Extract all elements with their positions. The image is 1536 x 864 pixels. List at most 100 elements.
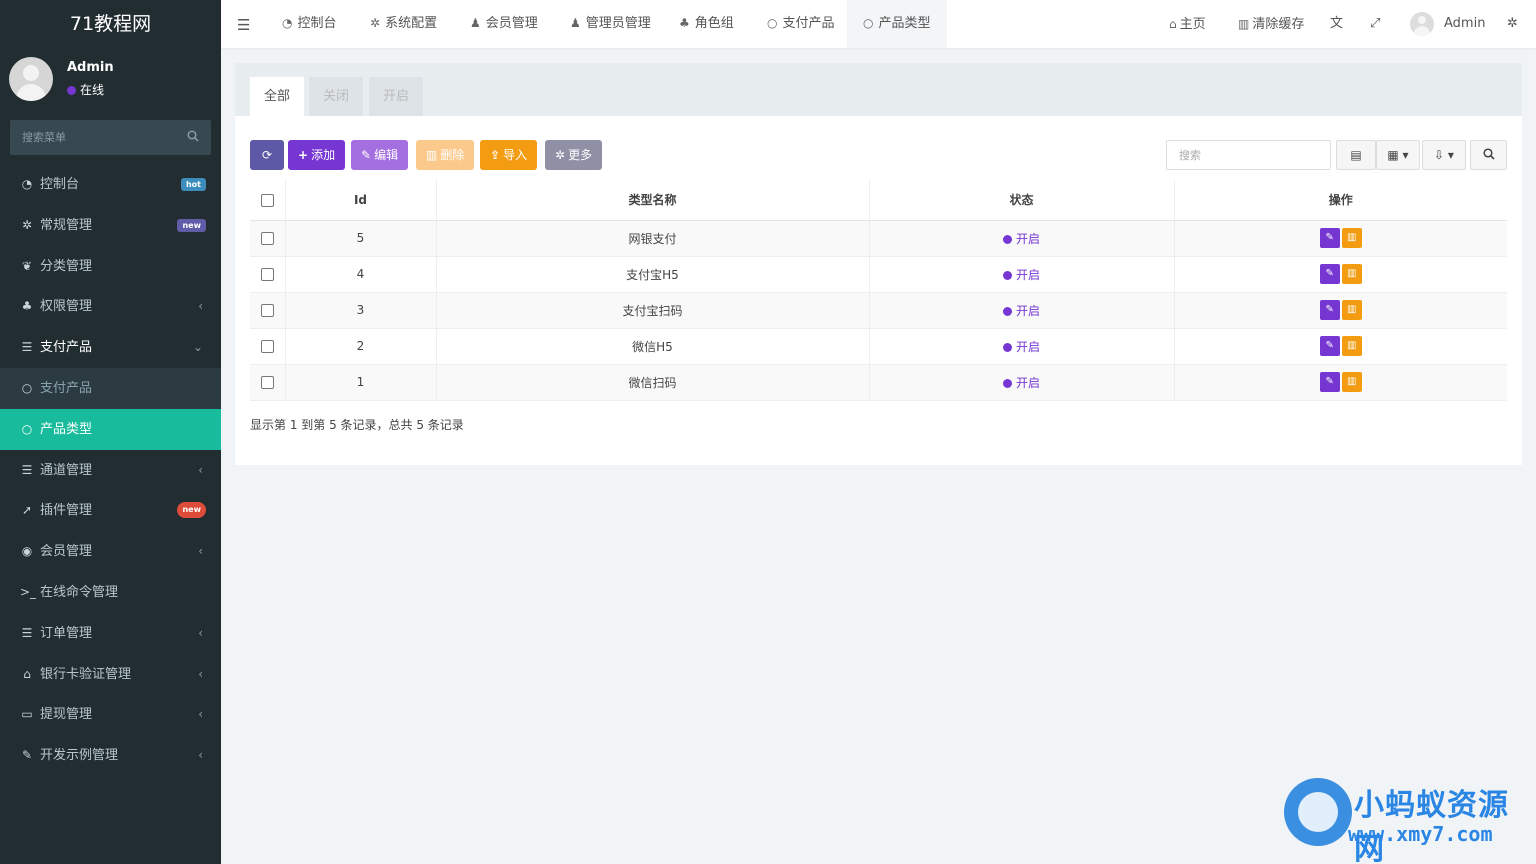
- edit-button[interactable]: ✎ 编辑: [351, 140, 409, 170]
- tab-4[interactable]: ♣ 角色组: [663, 0, 750, 48]
- delete-button[interactable]: ▥ 删除: [416, 140, 475, 170]
- add-button[interactable]: + 添加: [288, 140, 346, 170]
- watermark-logo-icon: [1284, 778, 1352, 846]
- table-row[interactable]: 4 支付宝H5 开启 ✎ ▥: [250, 256, 1507, 293]
- row-select-cell: [250, 328, 286, 365]
- rocket-icon: ➚: [21, 503, 33, 518]
- menu-toggle-icon[interactable]: ☰: [237, 16, 250, 34]
- status-dot-icon: [1002, 270, 1012, 280]
- row-edit-button[interactable]: ✎: [1319, 300, 1340, 320]
- language-icon[interactable]: 文: [1330, 0, 1343, 48]
- dashboard-icon: ◔: [21, 177, 33, 191]
- tab-5[interactable]: ○ 支付产品: [751, 0, 851, 48]
- row-delete-button[interactable]: ▥: [1341, 228, 1362, 248]
- cell-status[interactable]: 开启: [869, 220, 1175, 257]
- row-checkbox[interactable]: [260, 376, 274, 389]
- sidebar-item[interactable]: ◔ 控制台 hot: [0, 164, 221, 205]
- sidebar-item[interactable]: >_ 在线命令管理: [0, 572, 221, 613]
- sidebar-item-label: 分类管理: [40, 258, 93, 274]
- chevron-left-icon: ‹: [198, 666, 203, 681]
- sidebar-item[interactable]: ✲ 常规管理 new: [0, 205, 221, 246]
- header-id[interactable]: Id: [285, 180, 437, 221]
- settings-icon[interactable]: ✲: [1507, 0, 1518, 48]
- row-edit-button[interactable]: ✎: [1319, 228, 1340, 248]
- row-delete-button[interactable]: ▥: [1341, 264, 1362, 284]
- sidebar-search-input[interactable]: [10, 120, 180, 155]
- header-status[interactable]: 状态: [869, 180, 1175, 221]
- table-row[interactable]: 2 微信H5 开启 ✎ ▥: [250, 328, 1507, 365]
- tab-3[interactable]: ♟ 管理员管理: [554, 0, 667, 48]
- home-link[interactable]: ⌂ 主页: [1169, 0, 1206, 48]
- row-checkbox[interactable]: [260, 232, 274, 245]
- row-delete-button[interactable]: ▥: [1341, 372, 1362, 392]
- tab-1[interactable]: ✲ 系统配置: [354, 0, 453, 48]
- columns-button[interactable]: ▦ ▾: [1376, 140, 1420, 170]
- table-search-input[interactable]: [1166, 140, 1331, 170]
- sidebar-item[interactable]: ☰ 订单管理 ‹: [0, 613, 221, 654]
- sidebar-item[interactable]: ☰ 通道管理 ‹: [0, 450, 221, 491]
- sidebar-item[interactable]: ♣ 权限管理 ‹: [0, 286, 221, 327]
- sidebar-item-label: 权限管理: [40, 299, 93, 315]
- row-edit-button[interactable]: ✎: [1319, 264, 1340, 284]
- sidebar-item[interactable]: ☰ 支付产品 ⌄: [0, 327, 221, 368]
- trash-icon: ▥: [1347, 268, 1357, 279]
- brand-logo[interactable]: 71教程网: [0, 0, 221, 48]
- sidebar-item[interactable]: ⌂ 银行卡验证管理 ‹: [0, 654, 221, 695]
- list-icon: ☰: [21, 340, 33, 355]
- chevron-left-icon: ‹: [198, 625, 203, 640]
- sidebar-item[interactable]: ▭ 提现管理 ‹: [0, 694, 221, 735]
- row-edit-button[interactable]: ✎: [1319, 336, 1340, 356]
- status-dot-icon: [1002, 234, 1012, 244]
- table-row[interactable]: 3 支付宝扫码 开启 ✎ ▥: [250, 292, 1507, 329]
- admin-menu[interactable]: Admin: [1410, 0, 1485, 48]
- tab-all[interactable]: 全部: [250, 77, 305, 116]
- cell-status[interactable]: 开启: [869, 364, 1175, 401]
- sidebar-item-label: 支付产品: [40, 340, 93, 356]
- header-name[interactable]: 类型名称: [436, 180, 870, 221]
- sidebar-item[interactable]: ➚ 插件管理 new: [0, 490, 221, 531]
- sidebar-item-label: 插件管理: [40, 503, 93, 519]
- table-row[interactable]: 1 微信扫码 开启 ✎ ▥: [250, 364, 1507, 401]
- search-button[interactable]: [1470, 140, 1507, 170]
- table-row[interactable]: 5 网银支付 开启 ✎ ▥: [250, 220, 1507, 257]
- pencil-icon: ✎: [1325, 340, 1334, 351]
- cell-status[interactable]: 开启: [869, 292, 1175, 329]
- sidebar-item[interactable]: ○ 支付产品: [0, 367, 221, 409]
- search-icon: [1482, 148, 1495, 160]
- trash-icon: ▥: [1238, 17, 1250, 31]
- select-all-cell: [250, 180, 286, 221]
- row-delete-button[interactable]: ▥: [1341, 336, 1362, 356]
- online-dot-icon: [67, 86, 76, 95]
- cell-status[interactable]: 开启: [869, 256, 1175, 293]
- chevron-left-icon: ‹: [198, 748, 203, 763]
- toggle-view-button[interactable]: ▤: [1336, 140, 1376, 170]
- import-button[interactable]: ⇪ 导入: [480, 140, 538, 170]
- tab-closed[interactable]: 关闭: [309, 77, 364, 116]
- row-checkbox[interactable]: [260, 340, 274, 353]
- row-checkbox[interactable]: [260, 304, 274, 317]
- cell-id: 2: [285, 328, 437, 365]
- tab-6[interactable]: ○ 产品类型: [847, 0, 947, 48]
- row-edit-button[interactable]: ✎: [1319, 372, 1340, 392]
- bank-icon: ⌂: [23, 666, 31, 681]
- fullscreen-icon[interactable]: ⤢: [1370, 0, 1380, 48]
- more-button[interactable]: ✲ 更多: [545, 140, 603, 170]
- sidebar-item[interactable]: ◉ 会员管理 ‹: [0, 531, 221, 572]
- row-checkbox[interactable]: [260, 268, 274, 281]
- magic-icon: ✎: [21, 748, 33, 763]
- trash-icon: ▥: [1347, 232, 1357, 243]
- row-delete-button[interactable]: ▥: [1341, 300, 1362, 320]
- sidebar-item[interactable]: ○ 产品类型: [0, 408, 221, 450]
- select-all-checkbox[interactable]: [260, 193, 274, 207]
- tab-open[interactable]: 开启: [369, 77, 424, 116]
- sidebar-item[interactable]: ❦ 分类管理: [0, 246, 221, 287]
- clear-cache-link[interactable]: ▥ 清除缓存: [1238, 0, 1304, 48]
- export-button[interactable]: ⇩ ▾: [1422, 140, 1466, 170]
- refresh-button[interactable]: ⟳: [250, 140, 284, 170]
- avatar: [9, 57, 53, 101]
- search-icon[interactable]: [187, 130, 199, 142]
- cell-status[interactable]: 开启: [869, 328, 1175, 365]
- tab-2[interactable]: ♟ 会员管理: [454, 0, 554, 48]
- sidebar-item[interactable]: ✎ 开发示例管理 ‹: [0, 735, 221, 776]
- tab-0[interactable]: ◔ 控制台: [266, 0, 353, 48]
